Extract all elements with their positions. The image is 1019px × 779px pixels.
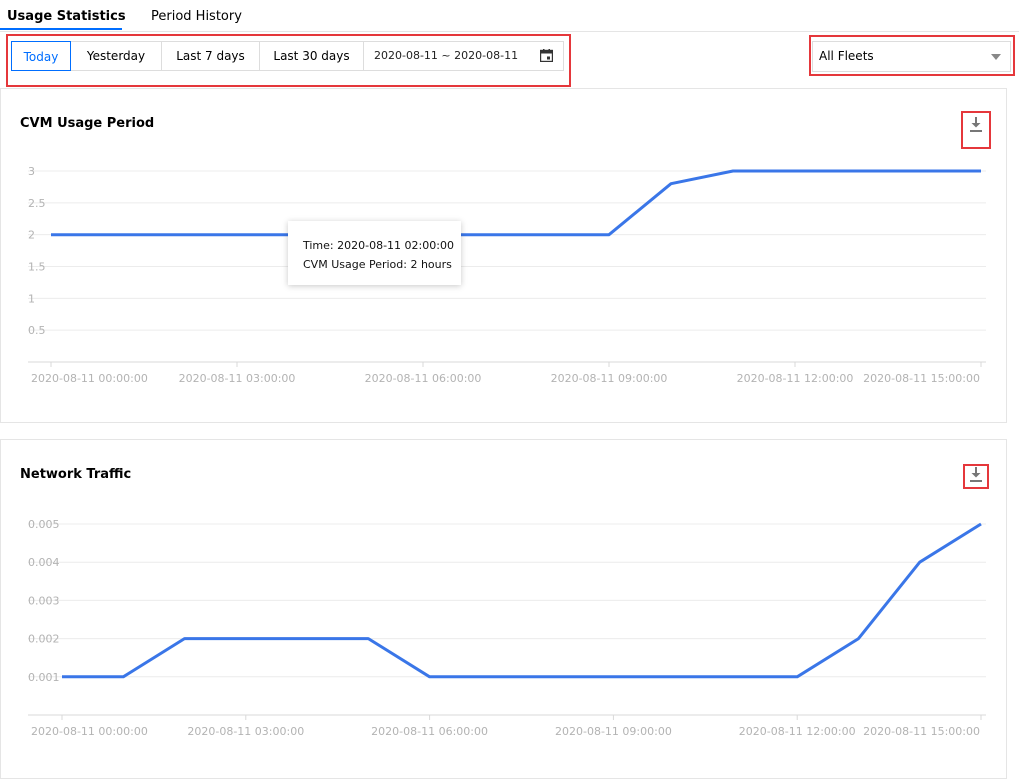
y-tick-label: 0.001 — [28, 671, 60, 684]
tab-usage-statistics[interactable]: Usage Statistics — [7, 9, 126, 24]
x-tick-label: 2020-08-11 06:00:00 — [365, 372, 482, 385]
x-tick-label: 2020-08-11 06:00:00 — [371, 725, 488, 738]
y-tick-label: 0.002 — [28, 633, 60, 646]
cvm-usage-title: CVM Usage Period — [20, 116, 155, 131]
x-tick-label: 2020-08-11 00:00:00 — [31, 725, 148, 738]
download-icon[interactable] — [966, 465, 986, 485]
x-tick-label: 2020-08-11 03:00:00 — [179, 372, 296, 385]
x-tick-label: 2020-08-11 15:00:00 — [863, 372, 980, 385]
y-tick-label: 0.5 — [28, 324, 46, 337]
calendar-icon[interactable] — [540, 49, 553, 62]
date-range-value: 2020-08-11 ~ 2020-08-11 — [374, 49, 519, 62]
y-tick-label: 0.004 — [28, 556, 60, 569]
x-tick-label: 2020-08-11 12:00:00 — [737, 372, 854, 385]
network-traffic-chart: 0.001 0.002 0.003 0.004 0.005 2020-08-11 00:0… — [28, 518, 986, 738]
network-traffic-title: Network Traffic — [20, 467, 132, 482]
tooltip-time: Time: 2020-08-11 02:00:00 — [303, 239, 454, 252]
tab-period-history[interactable]: Period History — [151, 9, 242, 24]
y-tick-label: 0.003 — [28, 594, 60, 607]
y-tick-label: 0.005 — [28, 518, 60, 531]
tooltip-value: CVM Usage Period: 2 hours — [303, 258, 452, 271]
yesterday-button[interactable]: Yesterday — [71, 42, 162, 70]
date-range-group: Today Yesterday Last 7 days Last 30 days… — [11, 41, 564, 71]
y-tick-label: 2 — [28, 229, 35, 242]
last-7-days-button[interactable]: Last 7 days — [162, 42, 260, 70]
chevron-down-icon — [991, 54, 1001, 60]
y-tick-label: 1 — [28, 292, 35, 305]
download-icon[interactable] — [966, 115, 986, 135]
x-tick-label: 2020-08-11 00:00:00 — [31, 372, 148, 385]
y-tick-label: 1.5 — [28, 261, 46, 274]
today-button[interactable]: Today — [11, 41, 71, 71]
active-tab-indicator — [0, 28, 122, 30]
tab-bar: Usage Statistics Period History — [0, 0, 1019, 32]
x-tick-label: 2020-08-11 09:00:00 — [555, 725, 672, 738]
y-tick-label: 3 — [28, 165, 35, 178]
fleet-select-value: All Fleets — [819, 49, 874, 63]
x-tick-label: 2020-08-11 03:00:00 — [187, 725, 304, 738]
chart-tooltip: Time: 2020-08-11 02:00:00 CVM Usage Peri… — [288, 221, 461, 285]
x-tick-label: 2020-08-11 15:00:00 — [863, 725, 980, 738]
last-30-days-button[interactable]: Last 30 days — [260, 42, 364, 70]
x-tick-label: 2020-08-11 09:00:00 — [551, 372, 668, 385]
y-tick-label: 2.5 — [28, 197, 46, 210]
cvm-usage-chart: 0.5 1 1.5 2 2.5 3 2020-08-11 00:00:00 2020-08-1… — [28, 165, 986, 385]
date-range-picker[interactable]: 2020-08-11 ~ 2020-08-11 — [364, 42, 563, 70]
x-tick-label: 2020-08-11 12:00:00 — [739, 725, 856, 738]
fleet-select[interactable]: All Fleets — [812, 41, 1011, 72]
